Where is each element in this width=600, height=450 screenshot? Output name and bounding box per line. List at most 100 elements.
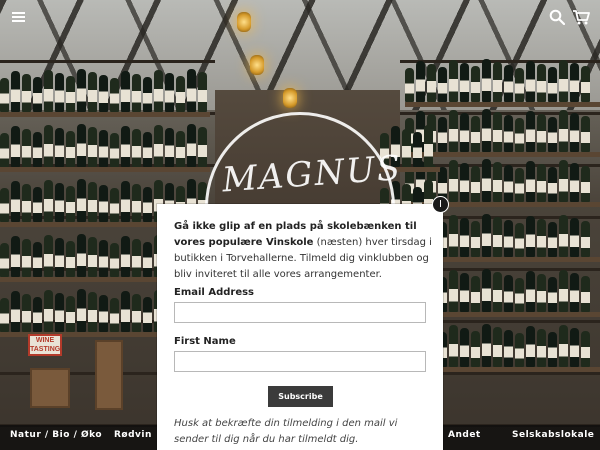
wine-bottle [548,167,557,202]
wine-bottle [22,129,31,167]
wine-bottle [33,297,42,332]
wine-bottle [22,294,31,332]
wine-bottle [537,64,546,102]
wine-bottle [88,292,97,332]
wine-bottle [99,295,108,332]
wine-bottle [570,113,579,152]
wine-bottle [460,113,469,152]
wine-bottle [515,278,524,312]
wine-bottle [493,62,502,102]
wine-bottle [460,163,469,202]
hanging-lamp [283,88,297,108]
wine-bottle [143,77,152,112]
wine-bottle [132,294,141,332]
wine-bottle [548,117,557,152]
wine-bottle [143,187,152,222]
wine-bottle [471,66,480,102]
wine-bottle [88,72,97,112]
wine-bottle [537,219,546,257]
wine-bottle [482,214,491,257]
nav-item-selskabslokale[interactable]: Selskabslokale [512,430,594,440]
wine-bottle [526,326,535,367]
wine-bottle [581,276,590,312]
search-icon[interactable] [549,9,565,25]
subscribe-button[interactable]: Subscribe [268,386,333,407]
wine-bottle [0,78,9,112]
wine-bottle [88,237,97,277]
wine-bottle [515,168,524,202]
wine-bottle [121,236,130,277]
wine-bottle [460,273,469,312]
nav-item-andet[interactable]: Andet [448,430,481,440]
wooden-crate [30,368,70,408]
wine-bottle [493,217,502,257]
wine-bottle [559,160,568,202]
wine-bottle [570,218,579,257]
cart-icon[interactable] [572,9,590,25]
wine-bottle [132,74,141,112]
wine-bottle [22,184,31,222]
wine-bottle [570,63,579,102]
popup-intro-text: Gå ikke glip af en plads på skolebænken … [174,219,432,283]
wine-bottle [33,132,42,167]
wine-bottle [66,76,75,112]
wooden-crate [95,340,123,410]
wine-bottle [482,324,491,367]
wine-bottle [537,164,546,202]
wine-bottle [449,215,458,257]
wine-bottle [55,128,64,167]
wine-bottle [66,241,75,277]
wine-bottle [44,125,53,167]
wine-bottle [493,162,502,202]
wine-bottle [449,60,458,102]
wine-bottle [55,293,64,332]
wine-bottle [176,131,185,167]
wine-bottle [504,65,513,102]
wine-bottle [581,221,590,257]
wine-bottle [165,73,174,112]
wine-bottle [121,126,130,167]
wine-bottle [413,132,422,167]
wine-bottle [110,78,119,112]
first-name-field[interactable] [174,351,426,372]
wine-bottle [526,61,535,102]
email-field[interactable] [174,302,426,323]
wine-bottle [471,221,480,257]
wine-bottle [493,112,502,152]
wine-bottle [504,220,513,257]
wine-bottle [581,116,590,152]
wine-bottle [11,71,20,112]
wine-bottle [504,330,513,367]
wine-bottle [559,60,568,102]
wine-bottle [55,183,64,222]
wine-bottle [548,222,557,257]
wine-bottle [537,274,546,312]
wine-bottle [11,181,20,222]
wine-bottle [110,188,119,222]
wine-bottle [121,71,130,112]
hanging-lamp [250,55,264,75]
wine-bottle [44,235,53,277]
wine-bottle [504,165,513,202]
hamburger-menu-icon[interactable] [12,12,25,22]
site-header [0,0,600,36]
wine-bottle [132,129,141,167]
wine-bottle [471,276,480,312]
popup-close-button[interactable]: I [432,196,449,213]
shelf-plank [0,167,210,172]
wine-bottle [449,270,458,312]
wine-bottle [99,130,108,167]
wine-bottle [460,328,469,367]
wine-bottle [66,186,75,222]
wine-bottle [581,331,590,367]
nav-item-rodvin[interactable]: Rødvin [114,430,152,440]
wine-bottle [33,77,42,112]
first-name-label: First Name [174,336,236,347]
nav-item-natur-bio-oko[interactable]: Natur / Bio / Øko [10,430,102,440]
wine-bottle [55,238,64,277]
wine-bottle [416,61,425,102]
wine-bottle [526,161,535,202]
wine-bottle [0,298,9,332]
wine-bottle [198,72,207,112]
wine-bottle [11,236,20,277]
